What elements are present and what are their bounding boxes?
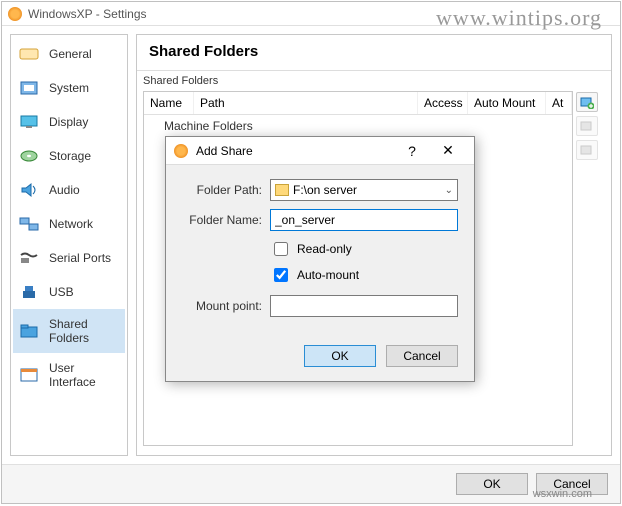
add-share-button[interactable] <box>576 92 598 112</box>
side-toolbar <box>576 92 600 160</box>
window-footer: OK Cancel <box>2 464 620 503</box>
mount-point-input[interactable] <box>270 295 458 317</box>
sidebar-item-label: System <box>49 81 89 95</box>
folder-icon <box>275 184 289 196</box>
readonly-label: Read-only <box>297 242 352 256</box>
sidebar-item-label: Storage <box>49 149 91 163</box>
automount-checkbox[interactable] <box>274 268 288 282</box>
folder-name-input[interactable] <box>270 209 458 231</box>
usb-icon <box>19 283 39 301</box>
general-icon <box>19 45 39 63</box>
page-title: Shared Folders <box>137 35 611 71</box>
col-path[interactable]: Path <box>194 92 418 114</box>
close-button[interactable]: ✕ <box>430 137 466 165</box>
sidebar-item-label: User Interface <box>49 361 119 389</box>
folder-path-label: Folder Path: <box>182 183 262 197</box>
sidebar-item-general[interactable]: General <box>13 37 125 71</box>
dialog-cancel-button[interactable]: Cancel <box>386 345 458 367</box>
sidebar-item-label: Audio <box>49 183 80 197</box>
dialog-body: Folder Path: F:\on server ⌄ Folder Name:… <box>166 165 474 335</box>
sidebar-item-usb[interactable]: USB <box>13 275 125 309</box>
sidebar-item-label: Shared Folders <box>49 317 119 345</box>
dialog-title: Add Share <box>196 144 253 158</box>
dialog-titlebar: Add Share ? ✕ <box>166 137 474 165</box>
col-at[interactable]: At <box>546 92 572 114</box>
sidebar-item-label: Network <box>49 217 93 231</box>
window-title: WindowsXP - Settings <box>28 7 147 21</box>
audio-icon <box>19 181 39 199</box>
help-button[interactable]: ? <box>394 137 430 165</box>
add-share-dialog: Add Share ? ✕ Folder Path: F:\on server … <box>165 136 475 382</box>
group-label: Shared Folders <box>137 71 611 87</box>
sidebar-item-label: Serial Ports <box>49 251 111 265</box>
sidebar-item-label: Display <box>49 115 88 129</box>
col-name[interactable]: Name <box>144 92 194 114</box>
sidebar-item-audio[interactable]: Audio <box>13 173 125 207</box>
storage-icon <box>19 147 39 165</box>
folder-name-label: Folder Name: <box>182 213 262 227</box>
chevron-down-icon: ⌄ <box>445 185 453 196</box>
app-icon <box>8 7 22 21</box>
sidebar-item-label: General <box>49 47 92 61</box>
sidebar-item-label: USB <box>49 285 74 299</box>
serial-ports-icon <box>19 249 39 267</box>
sidebar-item-display[interactable]: Display <box>13 105 125 139</box>
machine-folders-row[interactable]: Machine Folders <box>144 115 572 137</box>
system-icon <box>19 79 39 97</box>
display-icon <box>19 113 39 131</box>
watermark-secondary: wsxwin.com <box>533 488 592 500</box>
readonly-checkbox[interactable] <box>274 242 288 256</box>
dialog-footer: OK Cancel <box>166 335 474 381</box>
table-header: Name Path Access Auto Mount At <box>144 92 572 115</box>
watermark: www.wintips.org <box>436 5 602 31</box>
col-auto-mount[interactable]: Auto Mount <box>468 92 546 114</box>
ok-button[interactable]: OK <box>456 473 528 495</box>
edit-share-button <box>576 116 598 136</box>
sidebar-item-storage[interactable]: Storage <box>13 139 125 173</box>
remove-share-button <box>576 140 598 160</box>
folder-path-select[interactable]: F:\on server ⌄ <box>270 179 458 201</box>
folder-path-value: F:\on server <box>293 183 357 197</box>
sidebar-item-network[interactable]: Network <box>13 207 125 241</box>
automount-label: Auto-mount <box>297 268 359 282</box>
user-interface-icon <box>19 366 39 384</box>
sidebar-item-shared-folders[interactable]: Shared Folders <box>13 309 125 353</box>
mount-point-label: Mount point: <box>182 299 262 313</box>
dialog-app-icon <box>174 144 188 158</box>
shared-folders-icon <box>19 322 39 340</box>
col-access[interactable]: Access <box>418 92 468 114</box>
sidebar-item-system[interactable]: System <box>13 71 125 105</box>
sidebar: General System Display Storage Audio Net… <box>10 34 128 456</box>
dialog-ok-button[interactable]: OK <box>304 345 376 367</box>
sidebar-item-serial-ports[interactable]: Serial Ports <box>13 241 125 275</box>
network-icon <box>19 215 39 233</box>
sidebar-item-user-interface[interactable]: User Interface <box>13 353 125 397</box>
